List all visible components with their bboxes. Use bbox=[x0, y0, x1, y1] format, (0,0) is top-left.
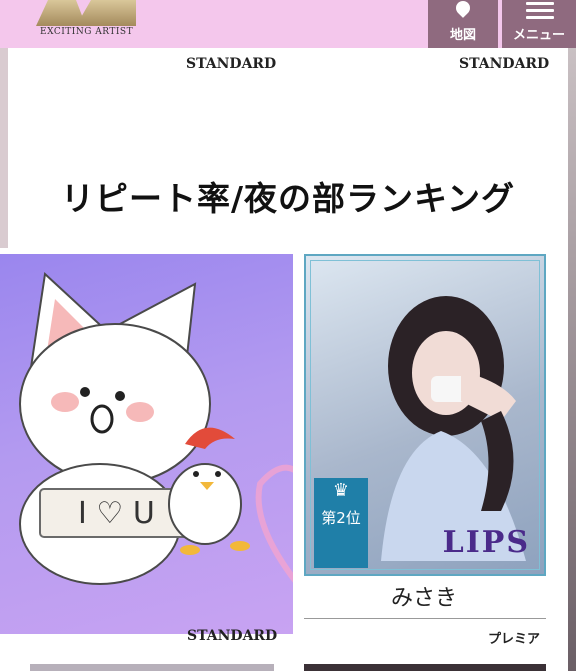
cat-sticker-overlay: I ♡ U bbox=[0, 254, 293, 634]
course-tag-top-right: STANDARD bbox=[459, 56, 550, 72]
hamburger-menu-icon bbox=[526, 2, 554, 20]
map-button[interactable]: 地図 bbox=[428, 0, 498, 48]
card-brand-logo: LIPS bbox=[442, 525, 530, 560]
map-button-label: 地図 bbox=[449, 28, 476, 43]
rank-label: 第2位 bbox=[321, 509, 361, 527]
ranking-card-2[interactable]: ♛ 第2位 LIPS bbox=[304, 254, 546, 576]
ranking-heading: リピート率/夜の部ランキング bbox=[60, 179, 516, 218]
cast-name[interactable]: みさき bbox=[304, 580, 544, 612]
course-tag-bottom-right: プレミア bbox=[488, 632, 541, 647]
logo-subtitle: EXCITING ARTIST bbox=[40, 27, 134, 37]
map-pin-icon bbox=[453, 0, 473, 18]
sticker-text: I ♡ U bbox=[78, 496, 155, 531]
logo-mark bbox=[36, 0, 136, 26]
crown-icon: ♛ bbox=[332, 480, 350, 501]
rank-badge: ♛ 第2位 bbox=[314, 478, 368, 568]
course-tag-top-left: STANDARD bbox=[186, 56, 277, 72]
right-edge-card-peek bbox=[568, 48, 576, 671]
site-header: EXCITING ARTIST 地図 メニュー bbox=[0, 0, 576, 48]
next-card-right-peek bbox=[304, 664, 546, 671]
cat-sticker-illustration bbox=[19, 271, 293, 585]
course-tag-bottom-left: STANDARD bbox=[187, 628, 278, 644]
menu-button[interactable]: メニュー bbox=[502, 0, 576, 48]
card-divider bbox=[304, 618, 546, 619]
menu-button-label: メニュー bbox=[512, 28, 565, 43]
next-card-left-peek bbox=[30, 664, 274, 671]
site-logo[interactable]: EXCITING ARTIST bbox=[34, 0, 144, 44]
